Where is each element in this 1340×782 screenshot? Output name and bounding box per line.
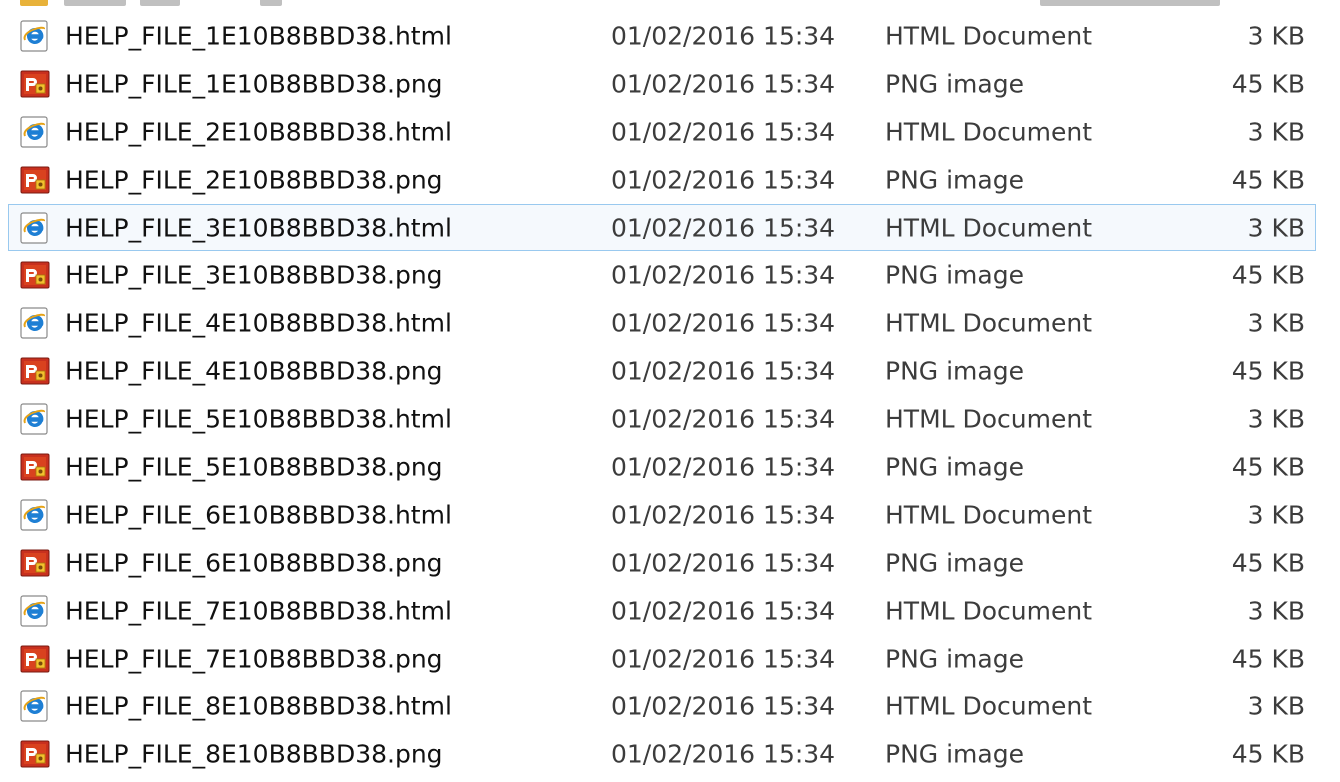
file-row[interactable]: HELP_FILE_7E10B8BBD38.png 01/02/2016 15:… — [0, 635, 1340, 683]
file-name: HELP_FILE_3E10B8BBD38.png — [65, 260, 443, 290]
file-row[interactable]: HELP_FILE_4E10B8BBD38.png 01/02/2016 15:… — [0, 347, 1340, 395]
file-name: HELP_FILE_6E10B8BBD38.png — [65, 548, 443, 578]
date-modified: 01/02/2016 15:34 — [611, 260, 836, 290]
file-type: PNG image — [885, 165, 1024, 195]
file-size: 3 KB — [1247, 117, 1305, 147]
date-modified: 01/02/2016 15:34 — [611, 596, 836, 626]
date-modified: 01/02/2016 15:34 — [611, 691, 836, 721]
file-row[interactable]: HELP_FILE_5E10B8BBD38.png 01/02/2016 15:… — [0, 443, 1340, 491]
file-size: 45 KB — [1231, 260, 1305, 290]
file-size: 3 KB — [1247, 691, 1305, 721]
date-modified: 01/02/2016 15:34 — [611, 356, 836, 386]
file-row[interactable]: HELP_FILE_8E10B8BBD38.png 01/02/2016 15:… — [0, 730, 1340, 778]
file-size: 45 KB — [1231, 644, 1305, 674]
date-modified: 01/02/2016 15:34 — [611, 452, 836, 482]
file-row[interactable]: HELP_FILE_6E10B8BBD38.html 01/02/2016 15… — [0, 491, 1340, 539]
file-name: HELP_FILE_5E10B8BBD38.html — [65, 404, 452, 434]
date-modified: 01/02/2016 15:34 — [611, 404, 836, 434]
date-modified: 01/02/2016 15:34 — [611, 213, 836, 242]
file-size: 3 KB — [1247, 500, 1305, 530]
ie-html-icon — [18, 402, 52, 436]
file-name: HELP_FILE_4E10B8BBD38.html — [65, 308, 452, 338]
png-image-icon — [18, 642, 52, 676]
file-row[interactable]: HELP_FILE_1E10B8BBD38.html 01/02/2016 15… — [0, 12, 1340, 60]
file-type: HTML Document — [885, 213, 1093, 242]
file-name: HELP_FILE_8E10B8BBD38.png — [65, 739, 443, 769]
file-size: 3 KB — [1247, 21, 1305, 51]
file-type: HTML Document — [885, 691, 1093, 721]
file-name: HELP_FILE_4E10B8BBD38.png — [65, 356, 443, 386]
file-row[interactable]: HELP_FILE_5E10B8BBD38.html 01/02/2016 15… — [0, 395, 1340, 443]
file-size: 45 KB — [1231, 452, 1305, 482]
file-type: HTML Document — [885, 117, 1093, 147]
png-image-icon — [18, 354, 52, 388]
file-type: PNG image — [885, 69, 1024, 99]
ie-html-icon — [18, 306, 52, 340]
file-name: HELP_FILE_7E10B8BBD38.png — [65, 644, 443, 674]
file-type: PNG image — [885, 644, 1024, 674]
date-modified: 01/02/2016 15:34 — [611, 69, 836, 99]
file-row[interactable]: HELP_FILE_6E10B8BBD38.png 01/02/2016 15:… — [0, 539, 1340, 587]
cut-off-previous-row — [0, 0, 1340, 10]
date-modified: 01/02/2016 15:34 — [611, 644, 836, 674]
folder-icon — [20, 0, 48, 6]
file-type: PNG image — [885, 548, 1024, 578]
file-name: HELP_FILE_5E10B8BBD38.png — [65, 452, 443, 482]
file-size: 45 KB — [1231, 548, 1305, 578]
png-image-icon — [18, 163, 52, 197]
file-row[interactable]: HELP_FILE_4E10B8BBD38.html 01/02/2016 15… — [0, 299, 1340, 347]
file-row[interactable]: HELP_FILE_1E10B8BBD38.png 01/02/2016 15:… — [0, 60, 1340, 108]
file-name: HELP_FILE_1E10B8BBD38.png — [65, 69, 443, 99]
file-size: 3 KB — [1247, 596, 1305, 626]
file-name: HELP_FILE_2E10B8BBD38.html — [65, 117, 452, 147]
file-name: HELP_FILE_1E10B8BBD38.html — [65, 21, 452, 51]
png-image-icon — [18, 546, 52, 580]
png-image-icon — [18, 450, 52, 484]
ie-html-icon — [18, 689, 52, 723]
file-list: HELP_FILE_1E10B8BBD38.html 01/02/2016 15… — [0, 12, 1340, 778]
file-row[interactable]: HELP_FILE_7E10B8BBD38.html 01/02/2016 15… — [0, 587, 1340, 635]
date-modified: 01/02/2016 15:34 — [611, 165, 836, 195]
date-modified: 01/02/2016 15:34 — [611, 21, 836, 51]
file-type: PNG image — [885, 260, 1024, 290]
file-name: HELP_FILE_7E10B8BBD38.html — [65, 596, 452, 626]
file-row[interactable]: HELP_FILE_2E10B8BBD38.png 01/02/2016 15:… — [0, 156, 1340, 204]
png-image-icon — [18, 258, 52, 292]
ie-html-icon — [18, 19, 52, 53]
png-image-icon — [18, 737, 52, 771]
file-size: 3 KB — [1247, 404, 1305, 434]
ie-html-icon — [18, 211, 52, 245]
file-name: HELP_FILE_3E10B8BBD38.html — [65, 213, 452, 242]
file-row[interactable]: HELP_FILE_3E10B8BBD38.png 01/02/2016 15:… — [0, 251, 1340, 299]
file-size: 45 KB — [1231, 356, 1305, 386]
file-type: HTML Document — [885, 404, 1093, 434]
file-type: HTML Document — [885, 21, 1093, 51]
file-row[interactable]: HELP_FILE_2E10B8BBD38.html 01/02/2016 15… — [0, 108, 1340, 156]
date-modified: 01/02/2016 15:34 — [611, 739, 836, 769]
file-name: HELP_FILE_6E10B8BBD38.html — [65, 500, 452, 530]
png-image-icon — [18, 67, 52, 101]
file-name: HELP_FILE_8E10B8BBD38.html — [65, 691, 452, 721]
file-size: 3 KB — [1247, 308, 1305, 338]
ie-html-icon — [18, 594, 52, 628]
date-modified: 01/02/2016 15:34 — [611, 500, 836, 530]
file-size: 3 KB — [1247, 213, 1305, 242]
file-size: 45 KB — [1231, 165, 1305, 195]
file-type: PNG image — [885, 739, 1024, 769]
file-size: 45 KB — [1231, 69, 1305, 99]
date-modified: 01/02/2016 15:34 — [611, 117, 836, 147]
file-row[interactable]: HELP_FILE_8E10B8BBD38.html 01/02/2016 15… — [0, 682, 1340, 730]
file-type: HTML Document — [885, 596, 1093, 626]
file-type: HTML Document — [885, 500, 1093, 530]
file-type: PNG image — [885, 452, 1024, 482]
ie-html-icon — [18, 115, 52, 149]
file-type: HTML Document — [885, 308, 1093, 338]
file-size: 45 KB — [1231, 739, 1305, 769]
file-name: HELP_FILE_2E10B8BBD38.png — [65, 165, 443, 195]
file-type: PNG image — [885, 356, 1024, 386]
file-row-selected[interactable]: HELP_FILE_3E10B8BBD38.html 01/02/2016 15… — [8, 203, 1316, 252]
date-modified: 01/02/2016 15:34 — [611, 308, 836, 338]
ie-html-icon — [18, 498, 52, 532]
date-modified: 01/02/2016 15:34 — [611, 548, 836, 578]
